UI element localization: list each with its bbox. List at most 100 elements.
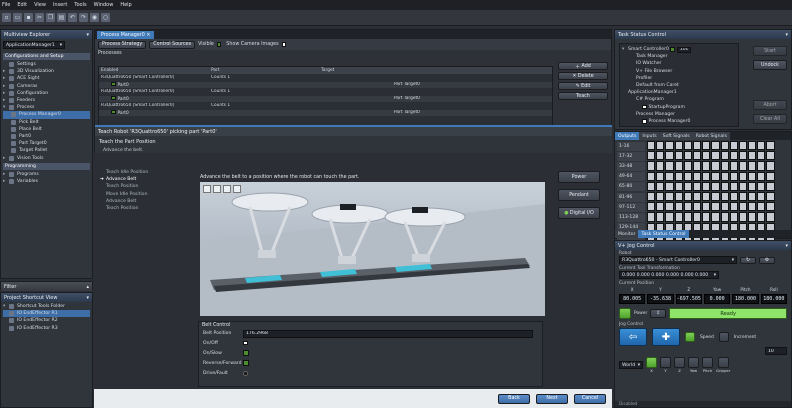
config-section-header[interactable]: Configurations and Setup (3, 53, 90, 60)
undo-icon[interactable]: ↶ (68, 13, 77, 22)
tree-item-configuration[interactable]: ▸ Configuration (3, 90, 90, 97)
io-signal-cell[interactable] (720, 161, 729, 171)
axis-pitch-button[interactable] (702, 357, 713, 368)
digital-io-button[interactable]: ● Digital I/O (558, 207, 600, 219)
table-row[interactable]: R3Quattro650 [Smart Controller0] Counts 1 (99, 88, 552, 96)
enabled-checkbox[interactable] (111, 81, 116, 87)
io-signal-cell[interactable] (656, 202, 665, 212)
io-signal-cell[interactable] (720, 212, 729, 222)
io-signal-cell[interactable] (692, 171, 702, 181)
io-signal-cell[interactable] (665, 141, 674, 151)
io-signal-cell[interactable] (729, 212, 738, 222)
io-signal-cell[interactable] (702, 212, 711, 222)
io-signal-cell[interactable] (674, 141, 683, 151)
axis-z-button[interactable] (674, 357, 685, 368)
tab-task-status[interactable]: Task Status Control (638, 230, 689, 238)
increment-radio[interactable] (718, 332, 729, 342)
shortcut-item-r2[interactable]: IO EndEffector R2 (3, 317, 90, 324)
io-signal-cell[interactable] (702, 191, 711, 202)
robot-settings-button[interactable]: ⚙ (759, 256, 775, 264)
io-signal-cell[interactable] (729, 181, 738, 191)
io-signal-cell[interactable] (683, 161, 692, 171)
io-signal-cell[interactable] (720, 151, 729, 161)
menu-tools[interactable]: Tools (74, 2, 86, 8)
controller-row[interactable]: ▾ Smart Controller0 (622, 46, 736, 53)
open-icon[interactable]: ▭ (13, 13, 22, 22)
pendant-button[interactable]: Pendant (558, 189, 600, 201)
tab-outputs[interactable]: Outputs (615, 132, 640, 140)
io-signal-cell[interactable] (702, 202, 711, 212)
io-signal-cell[interactable] (674, 212, 683, 222)
new-icon[interactable]: ▫ (2, 13, 11, 22)
monitor-speed-field[interactable] (676, 46, 691, 53)
io-signal-cell[interactable] (647, 161, 656, 171)
io-signal-cell[interactable] (766, 191, 775, 202)
io-signal-cell[interactable] (729, 161, 738, 171)
io-signal-cell[interactable] (656, 181, 665, 191)
task-item[interactable]: V+ File Browser (622, 68, 736, 75)
edit-button[interactable]: ✎ Edit (558, 82, 608, 90)
tree-item-process[interactable]: ▾ Process (3, 104, 90, 111)
io-signal-cell[interactable] (647, 191, 656, 202)
axis-x-button[interactable] (646, 357, 657, 368)
filter-bar[interactable]: Filter ▴ (0, 281, 93, 291)
enabled-checkbox[interactable] (111, 109, 116, 115)
io-signal-cell[interactable] (692, 181, 702, 191)
io-signal-cell[interactable] (656, 161, 665, 171)
io-signal-cell[interactable] (674, 151, 683, 161)
io-signal-cell[interactable] (748, 191, 757, 202)
jog-minus-button[interactable]: ⇦ (619, 328, 647, 346)
rotate-tool-icon[interactable] (223, 185, 231, 193)
power-toggle[interactable] (619, 308, 631, 319)
io-signal-cell[interactable] (647, 202, 656, 212)
tree-item-programs[interactable]: ▸ Programs (3, 171, 90, 178)
jog-axis-z[interactable]: Z (674, 357, 685, 373)
io-signal-cell[interactable] (711, 161, 720, 171)
io-signal-cell[interactable] (729, 191, 738, 202)
axis-y-button[interactable] (660, 357, 671, 368)
tab-inputs[interactable]: Inputs (639, 132, 660, 140)
io-signal-cell[interactable] (729, 171, 738, 181)
power-button[interactable]: Power (558, 171, 600, 183)
teach-button[interactable]: Teach (558, 92, 608, 100)
table-row[interactable]: Part0 Part Target0 (99, 81, 552, 89)
io-signal-cell[interactable] (748, 141, 757, 151)
reverse-indicator[interactable] (243, 360, 249, 366)
shortcut-item-r3[interactable]: IO EndEffector R3 (3, 325, 90, 332)
task-item[interactable]: Default from Caret (622, 82, 736, 89)
jog-plus-button[interactable]: ✚ (652, 328, 680, 346)
io-signal-cell[interactable] (656, 171, 665, 181)
io-signal-cell[interactable] (683, 212, 692, 222)
io-signal-cell[interactable] (665, 151, 674, 161)
close-icon[interactable]: × (146, 33, 150, 38)
io-signal-cell[interactable] (711, 202, 720, 212)
jog-axis-y[interactable]: Y (660, 357, 671, 373)
tree-item-3d-visualization[interactable]: ▸ 3D Visualization (3, 68, 90, 75)
io-signal-cell[interactable] (766, 181, 775, 191)
next-button[interactable]: Next (536, 393, 568, 404)
io-signal-cell[interactable] (711, 181, 720, 191)
tree-item-variables[interactable]: ▸ Variables (3, 178, 90, 185)
clear-all-button[interactable]: Clear All (753, 114, 787, 124)
table-row[interactable]: R3Quattro650 [Smart Controller0] Counts 1 (99, 74, 552, 82)
tree-item-pick-belt[interactable]: Pick Belt (3, 119, 90, 126)
offline-icon[interactable]: ○ (101, 13, 110, 22)
copy-icon[interactable]: ❐ (46, 13, 55, 22)
menu-view[interactable]: View (34, 2, 46, 8)
zoom-tool-icon[interactable] (233, 185, 241, 193)
io-signal-cell[interactable] (729, 141, 738, 151)
io-signal-cell[interactable] (692, 161, 702, 171)
io-signal-cell[interactable] (683, 191, 692, 202)
io-signal-cell[interactable] (665, 171, 674, 181)
io-signal-cell[interactable] (766, 212, 775, 222)
io-signal-cell[interactable] (757, 151, 766, 161)
io-signal-cell[interactable] (665, 212, 674, 222)
task-item[interactable]: IO Watcher (622, 60, 736, 67)
io-signal-cell[interactable] (766, 171, 775, 181)
task-checkbox[interactable] (642, 119, 647, 124)
pin-icon[interactable]: ▾ (86, 295, 89, 301)
visible-checkbox[interactable] (216, 42, 222, 47)
column-part[interactable]: Part (209, 67, 319, 75)
io-signal-grid[interactable] (647, 141, 775, 243)
io-signal-cell[interactable] (674, 181, 683, 191)
